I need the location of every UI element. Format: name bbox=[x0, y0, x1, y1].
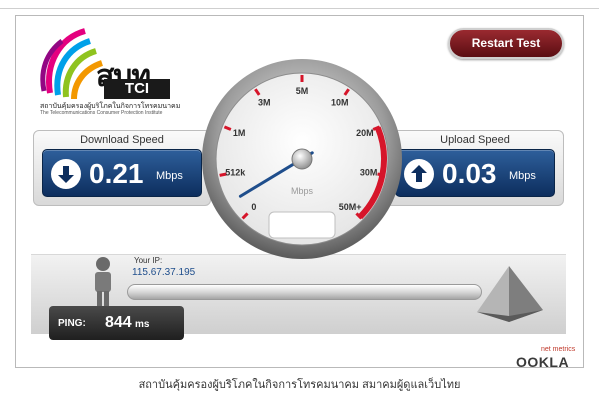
ping-label: PING: bbox=[58, 318, 86, 329]
gauge-tick bbox=[377, 172, 385, 177]
download-speed-label: Download Speed bbox=[80, 134, 164, 146]
upload-speed-value: 0.03 bbox=[442, 158, 497, 189]
gauge-tick-label: 50M+ bbox=[339, 202, 362, 212]
ip-address: 115.67.37.195 bbox=[132, 267, 196, 278]
ookla-logo: OOKLA bbox=[516, 354, 570, 368]
person-icon bbox=[92, 256, 114, 306]
footer-caption: สถาบันคุ้มครองผู้บริโภคในกิจการโทรคมนาคม… bbox=[138, 379, 461, 391]
gauge-tick-label: 10M bbox=[331, 97, 349, 107]
gauge-tick-label: 512k bbox=[225, 167, 246, 177]
upload-speed-display: 0.03 Mbps bbox=[395, 149, 555, 197]
gauge-tick-label: 30M bbox=[360, 167, 378, 177]
restart-test-button[interactable]: Restart Test bbox=[448, 28, 564, 59]
ping-track bbox=[127, 284, 482, 300]
ping-unit: ms bbox=[135, 319, 150, 330]
logo-tci-badge: TCI bbox=[104, 79, 170, 99]
gauge-readout-box bbox=[268, 211, 336, 239]
top-divider bbox=[0, 8, 599, 9]
upload-arrow-icon bbox=[404, 159, 434, 189]
download-speed-panel: Download Speed 0.21 Mbps bbox=[33, 130, 211, 206]
logo-caption-english: The Telecommunications Consumer Protecti… bbox=[40, 110, 163, 116]
gauge-tick-label: 3M bbox=[258, 97, 271, 107]
gauge-hub bbox=[291, 148, 313, 170]
speedtest-widget: สบท TCI สถาบันคุ้มครองผู้บริโภคในกิจการโ… bbox=[15, 15, 584, 368]
download-speed-value: 0.21 bbox=[89, 158, 144, 189]
gauge-tick-label: 5M bbox=[296, 86, 309, 96]
server-pyramid-icon bbox=[469, 264, 549, 324]
gauge-tick-label: 0 bbox=[251, 202, 256, 212]
ping-value: 844 bbox=[105, 314, 132, 331]
gauge-tick-label: 1M bbox=[233, 128, 246, 138]
ping-display: PING: 844 ms bbox=[49, 306, 184, 340]
speed-gauge: 0 512k 1M 3M 5M 10M 20M 30M 50M+ Mbps bbox=[197, 54, 407, 264]
download-arrow-icon bbox=[51, 159, 81, 189]
upload-speed-unit: Mbps bbox=[509, 170, 536, 182]
speedtest-page: สบท TCI สถาบันคุ้มครองผู้บริโภคในกิจการโ… bbox=[0, 0, 599, 408]
ookla-tagline: net metrics bbox=[541, 346, 576, 353]
gauge-unit-label: Mbps bbox=[291, 186, 314, 196]
ip-label: Your IP: bbox=[134, 256, 163, 265]
download-speed-unit: Mbps bbox=[156, 170, 183, 182]
download-speed-display: 0.21 Mbps bbox=[42, 149, 202, 197]
upload-speed-panel: Upload Speed 0.03 Mbps bbox=[386, 130, 564, 206]
gauge-tick-label: 20M bbox=[356, 128, 374, 138]
upload-speed-label: Upload Speed bbox=[440, 134, 510, 146]
tci-logo: สบท TCI สถาบันคุ้มครองผู้บริโภคในกิจการโ… bbox=[40, 23, 180, 118]
